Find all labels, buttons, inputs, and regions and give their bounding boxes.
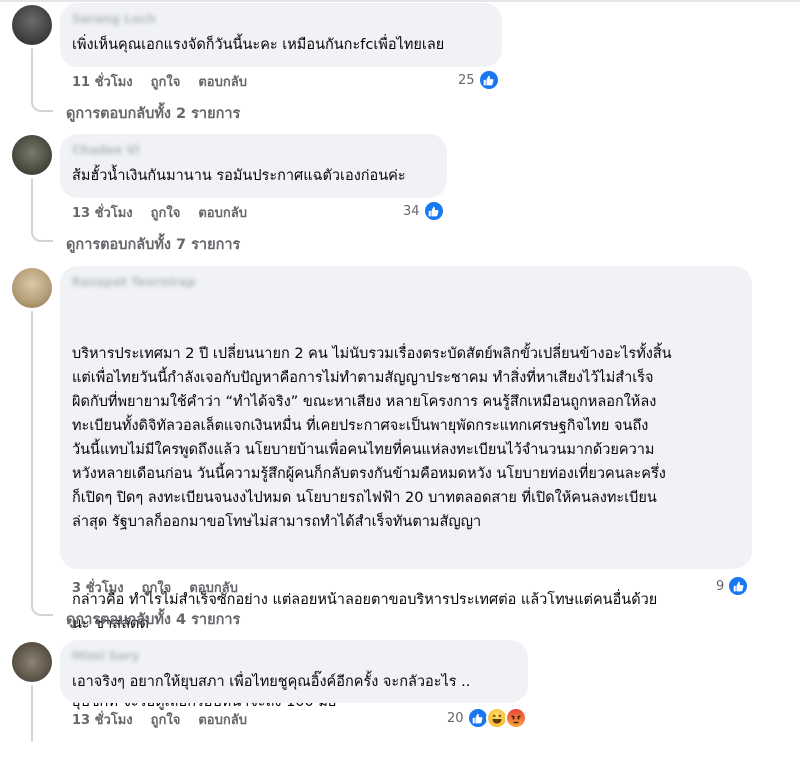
reply-button[interactable]: ตอบกลับ [198,709,247,730]
comment-author[interactable]: Rasapat Teornirap [72,274,740,290]
comment-bubble: Chadee Vi ส้มฮั้วน้ำเงินกันมานาน รอมันปร… [60,134,447,198]
top-divider [0,0,800,2]
reaction-number: 25 [458,72,475,88]
thread-line [31,48,33,104]
view-replies-link[interactable]: ดูการตอบกลับทั้ง 4 รายการ [66,608,240,631]
comment-text: ส้มฮั้วน้ำเงินกันมานาน รอมันประกาศแฉตัวเ… [72,168,406,184]
comment-text: เอาจริงๆ อยากให้ยุบสภา เพื่อไทยชูคุณอิ๊ง… [72,674,471,690]
thread-line [31,685,33,742]
avatar[interactable] [12,268,52,308]
reaction-number: 34 [403,203,420,219]
reaction-count[interactable]: 9 [716,575,750,597]
like-icon [422,200,445,222]
comment-text: เพิ่งเห็นคุณเอกแรงจัดก็วันนี้นะคะ เหมือน… [72,37,445,53]
comment-author[interactable]: Sarang Loch [72,11,490,27]
like-button[interactable]: ถูกใจ [142,577,172,598]
comment-bubble: Rasapat Teornirap บริหารประเทศมา 2 ปี เป… [60,266,752,710]
comment-time[interactable]: 13 ชั่วโมง [72,202,133,223]
comment-actions: 11 ชั่วโมง ถูกใจ ตอบกลับ [72,71,247,92]
comment-time[interactable]: 11 ชั่วโมง [72,71,133,92]
reply-button[interactable]: ตอบกลับ [198,202,247,223]
avatar[interactable] [12,135,52,175]
reaction-number: 9 [716,578,725,594]
avatar[interactable] [12,5,52,45]
comment-bubble: Mimi Sary เอาจริงๆ อยากให้ยุบสภา เพื่อไท… [60,640,528,703]
like-button[interactable]: ถูกใจ [151,709,181,730]
reaction-number: 20 [447,710,464,726]
comment-paragraph: บริหารประเทศมา 2 ปี เปลี่ยนนายก 2 คน ไม่… [72,346,672,530]
thread-elbow [31,98,53,112]
view-replies-link[interactable]: ดูการตอบกลับทั้ง 2 รายการ [66,102,240,125]
comment-actions: 13 ชั่วโมง ถูกใจ ตอบกลับ [72,709,247,730]
comment-actions: 13 ชั่วโมง ถูกใจ ตอบกลับ [72,202,247,223]
avatar[interactable] [12,642,52,682]
like-icon [477,69,500,91]
angry-icon [504,707,527,729]
comment-actions: 3 ชั่วโมง ถูกใจ ตอบกลับ [72,577,238,598]
thread-elbow [31,602,53,616]
thread-line [31,178,33,234]
reaction-count[interactable]: 25 [458,69,500,91]
like-icon [727,575,750,597]
reaction-count[interactable]: 34 [403,200,445,222]
reply-button[interactable]: ตอบกลับ [189,577,238,598]
like-button[interactable]: ถูกใจ [151,202,181,223]
reply-button[interactable]: ตอบกลับ [198,71,247,92]
comment-author[interactable]: Chadee Vi [72,142,435,158]
comment-author[interactable]: Mimi Sary [72,648,516,664]
comment-bubble: Sarang Loch เพิ่งเห็นคุณเอกแรงจัดก็วันนี… [60,3,502,67]
view-replies-link[interactable]: ดูการตอบกลับทั้ง 7 รายการ [66,233,240,256]
comment-time[interactable]: 3 ชั่วโมง [72,577,124,598]
thread-elbow [31,228,53,242]
thread-line [31,311,33,608]
reaction-count[interactable]: 20 [447,707,527,729]
like-button[interactable]: ถูกใจ [151,71,181,92]
comment-time[interactable]: 13 ชั่วโมง [72,709,133,730]
